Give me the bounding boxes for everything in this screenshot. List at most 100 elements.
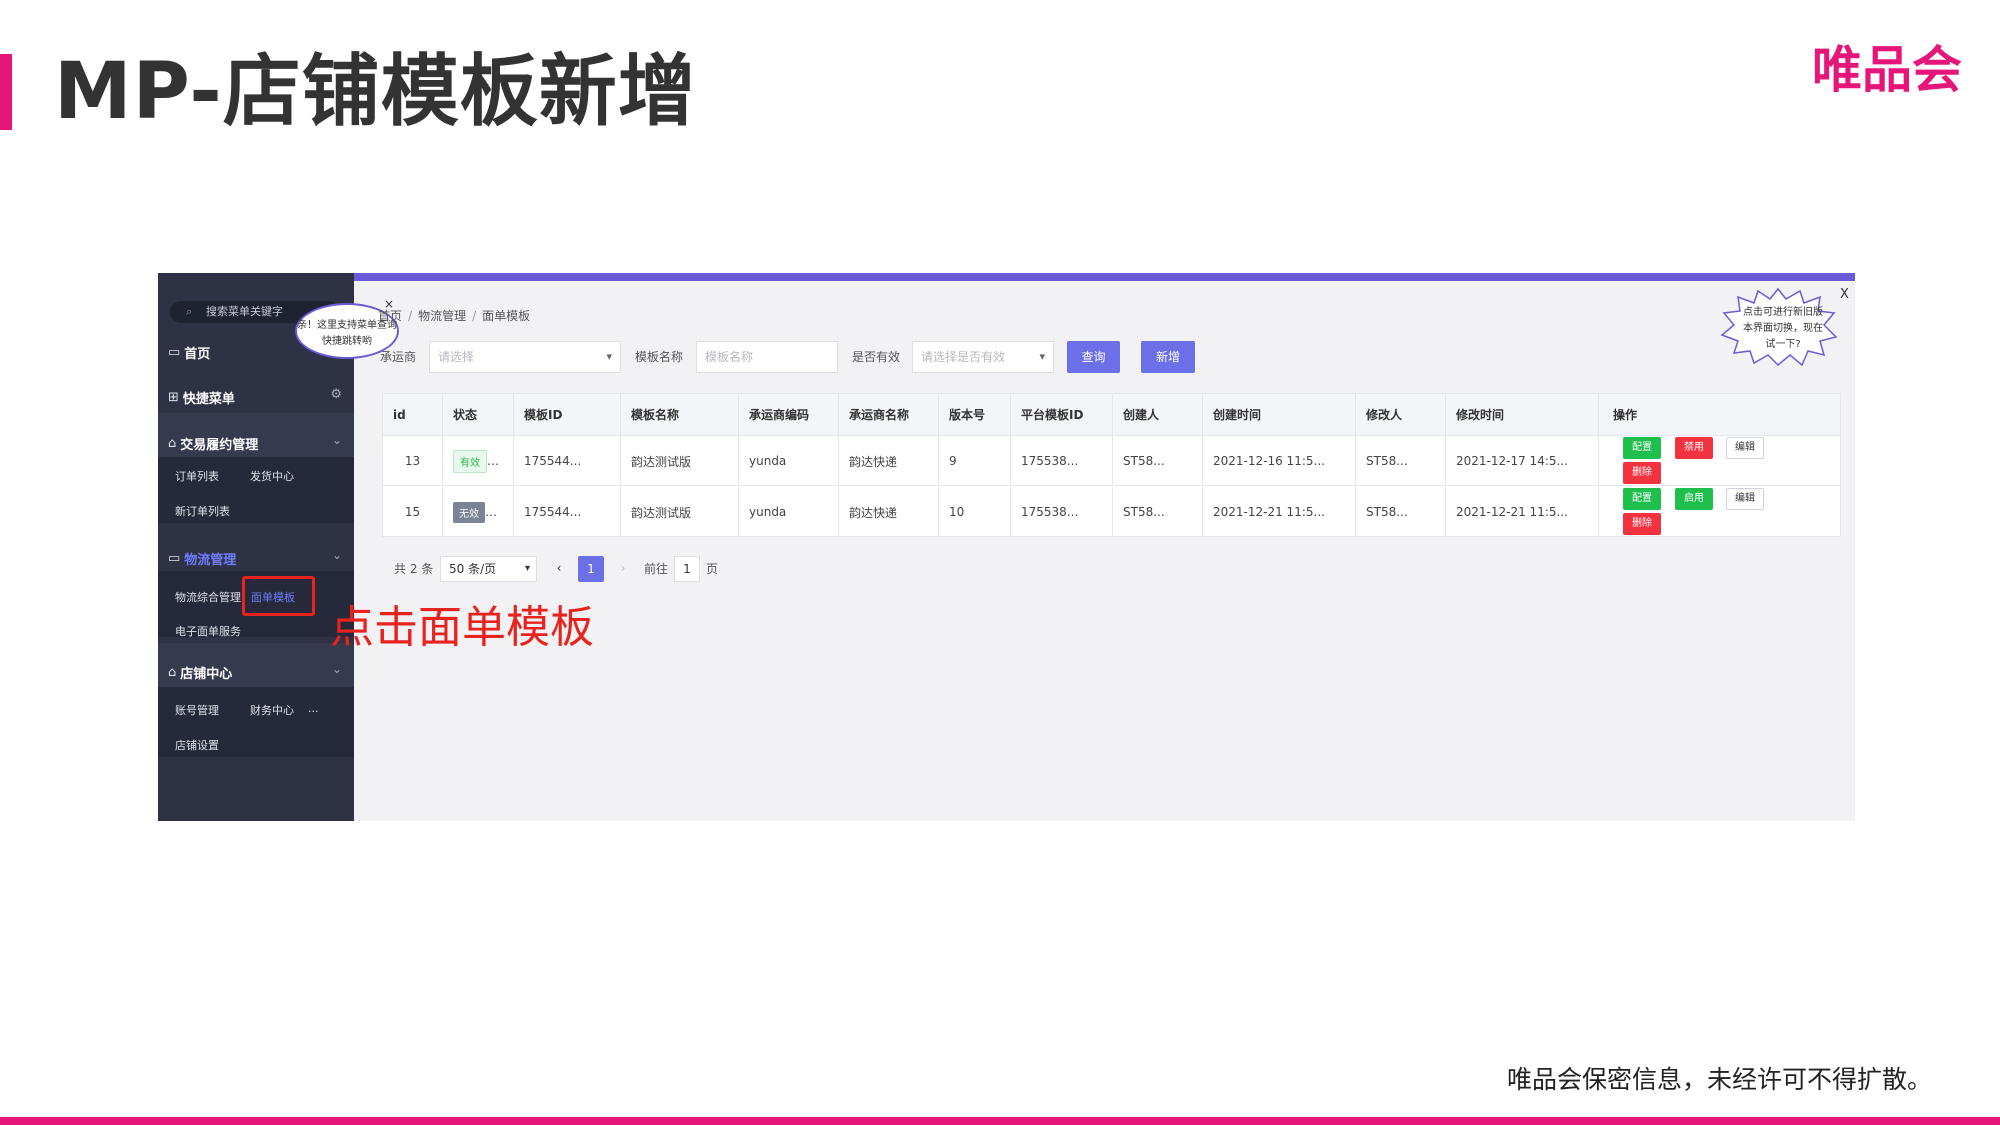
column-header-modifier: 修改人 xyxy=(1356,394,1446,436)
cell-template-name: 韵达测试版 xyxy=(621,487,739,537)
sidebar-item-home[interactable]: ▭ 首页 xyxy=(168,343,210,362)
sidebar-group-label: 交易履约管理 xyxy=(180,438,259,453)
template-name-input[interactable]: 模板名称 xyxy=(696,341,838,373)
breadcrumb-current: 面单模板 xyxy=(482,309,531,323)
cell-created-time: 2021-12-21 11:5... xyxy=(1203,487,1356,537)
column-header-id: id xyxy=(383,394,443,436)
cell-version: 9 xyxy=(939,436,1011,486)
waybill-template-table: id 状态 模板ID 模板名称 承运商编码 承运商名称 版本号 平台模板ID 创… xyxy=(382,393,1841,537)
chevron-down-icon: ⌄ xyxy=(331,548,342,562)
slide-title: MP-店铺模板新增 xyxy=(54,47,697,137)
caret-down-icon: ▾ xyxy=(1039,350,1045,363)
trade-icon: ⌂ xyxy=(168,436,177,451)
column-header-created-time: 创建时间 xyxy=(1203,394,1356,436)
delete-button[interactable]: 删除 xyxy=(1623,513,1661,535)
page-suffix: 页 xyxy=(706,562,719,576)
breadcrumb-logistics[interactable]: 物流管理 xyxy=(418,309,466,323)
column-header-platform-template-id: 平台模板ID xyxy=(1011,394,1113,436)
column-header-carrier-name: 承运商名称 xyxy=(839,394,939,436)
chevron-down-icon: ⌄ xyxy=(331,433,342,447)
breadcrumb: 首页 / 物流管理 / 面单模板 xyxy=(378,309,531,323)
grid-icon: ⊞ xyxy=(168,390,179,405)
cell-status: 无效… xyxy=(443,487,514,537)
sidebar-item-label: 首页 xyxy=(184,347,211,362)
sidebar-group-logistics-header[interactable]: ▭ 物流管理 xyxy=(168,549,236,568)
sidebar-item-logistics-management[interactable]: 物流综合管理 xyxy=(175,589,241,605)
page-size-select[interactable]: 50 条/页 ▾ xyxy=(440,556,537,582)
cell-actions: 配置 禁用 编辑 删除 xyxy=(1603,436,1840,486)
sidebar-item-more[interactable]: ... xyxy=(308,702,319,715)
cell-creator: ST58... xyxy=(1113,436,1203,486)
cell-actions: 配置 启用 编辑 删除 xyxy=(1603,487,1840,537)
prev-page-button[interactable]: ‹ xyxy=(546,556,572,582)
sidebar-item-new-order-list[interactable]: 新订单列表 xyxy=(175,503,230,519)
sidebar-group-trade-header[interactable]: ⌂ 交易履约管理 xyxy=(168,434,258,453)
breadcrumb-home[interactable]: 首页 xyxy=(378,309,402,323)
valid-label: 是否有效 xyxy=(852,350,901,364)
page-number-current[interactable]: 1 xyxy=(578,556,604,582)
valid-select[interactable]: 请选择是否有效 ▾ xyxy=(912,341,1054,373)
carrier-select-placeholder: 请选择 xyxy=(438,350,475,364)
cell-platform-template-id: 175538... xyxy=(1011,487,1113,537)
cell-modifier: ST58... xyxy=(1356,436,1446,486)
cell-version: 10 xyxy=(939,487,1011,537)
sidebar-item-label: 快捷菜单 xyxy=(182,392,235,407)
logistics-icon: ▭ xyxy=(168,551,181,566)
gear-icon[interactable]: ⚙ xyxy=(330,387,342,402)
add-button[interactable]: 新增 xyxy=(1141,341,1195,373)
waybill-template-highlight xyxy=(242,576,315,616)
annotation-text: 点击面单模板 xyxy=(330,602,594,653)
delete-button[interactable]: 删除 xyxy=(1623,462,1661,484)
template-name-label: 模板名称 xyxy=(635,350,684,364)
chevron-down-icon: ⌄ xyxy=(331,662,342,676)
column-header-version: 版本号 xyxy=(939,394,1011,436)
sidebar-group-store-header[interactable]: ⌂ 店铺中心 xyxy=(168,663,232,682)
status-badge: 无效 xyxy=(453,501,485,523)
confidential-notice: 唯品会保密信息，未经许可不得扩散。 xyxy=(1506,1065,1932,1094)
carrier-label: 承运商 xyxy=(380,350,417,364)
cell-carrier-code: yunda xyxy=(739,436,839,486)
app-top-bar xyxy=(354,273,1855,281)
cell-id: 13 xyxy=(383,436,443,486)
store-icon: ⌂ xyxy=(168,665,177,680)
config-button[interactable]: 配置 xyxy=(1623,437,1661,459)
version-switch-hint-text: 点击可进行新旧版本界面切换，现在试一下? xyxy=(1743,307,1823,350)
column-header-carrier-code: 承运商编码 xyxy=(739,394,839,436)
cell-modifier: ST58... xyxy=(1356,487,1446,537)
cell-status: 有效… xyxy=(443,436,514,486)
app-screenshot: ⌕ 搜索菜单关键字 ▭ 首页 ⊞ 快捷菜单 ⚙ ⌂ 交易履约管理 ⌄ 订单列表 … xyxy=(158,273,1855,821)
query-button[interactable]: 查询 xyxy=(1067,341,1120,373)
edit-button[interactable]: 编辑 xyxy=(1726,488,1764,510)
sidebar-item-e-waybill-service[interactable]: 电子面单服务 xyxy=(175,623,241,639)
sidebar-item-shortcut[interactable]: ⊞ 快捷菜单 xyxy=(168,388,235,407)
home-icon: ▭ xyxy=(168,345,181,360)
title-accent-bar xyxy=(0,54,12,130)
column-header-template-id: 模板ID xyxy=(514,394,621,436)
sidebar-item-shipping-center[interactable]: 发货中心 xyxy=(250,468,294,484)
column-header-modified-time: 修改时间 xyxy=(1446,394,1599,436)
edit-button[interactable]: 编辑 xyxy=(1726,437,1764,459)
cell-carrier-code: yunda xyxy=(739,487,839,537)
bottom-accent-bar xyxy=(0,1117,2000,1125)
page-size-value: 50 条/页 xyxy=(449,562,497,576)
status-badge: 有效 xyxy=(453,449,487,473)
caret-down-icon: ▾ xyxy=(524,563,530,574)
sidebar-item-account[interactable]: 账号管理 xyxy=(175,702,219,718)
disable-button[interactable]: 禁用 xyxy=(1675,437,1713,459)
cell-modified-time: 2021-12-17 14:5... xyxy=(1446,436,1599,486)
next-page-button[interactable]: › xyxy=(610,556,636,582)
carrier-select[interactable]: 请选择 ▾ xyxy=(429,341,621,373)
enable-button[interactable]: 启用 xyxy=(1675,488,1713,510)
sidebar-item-finance[interactable]: 财务中心 xyxy=(250,702,294,718)
hint-close-icon[interactable]: X xyxy=(1840,287,1849,302)
cell-modified-time: 2021-12-21 11:5... xyxy=(1446,487,1599,537)
goto-page-input[interactable]: 1 xyxy=(674,556,700,582)
sidebar-item-order-list[interactable]: 订单列表 xyxy=(175,468,219,484)
template-name-placeholder: 模板名称 xyxy=(705,350,754,364)
table-row: 15 无效… 175544... 韵达测试版 yunda 韵达快递 10 175… xyxy=(383,487,1840,537)
sidebar-group-label: 物流管理 xyxy=(184,553,237,568)
column-header-creator: 创建人 xyxy=(1113,394,1203,436)
config-button[interactable]: 配置 xyxy=(1623,488,1661,510)
cell-creator: ST58... xyxy=(1113,487,1203,537)
sidebar-item-store-settings[interactable]: 店铺设置 xyxy=(175,737,219,753)
